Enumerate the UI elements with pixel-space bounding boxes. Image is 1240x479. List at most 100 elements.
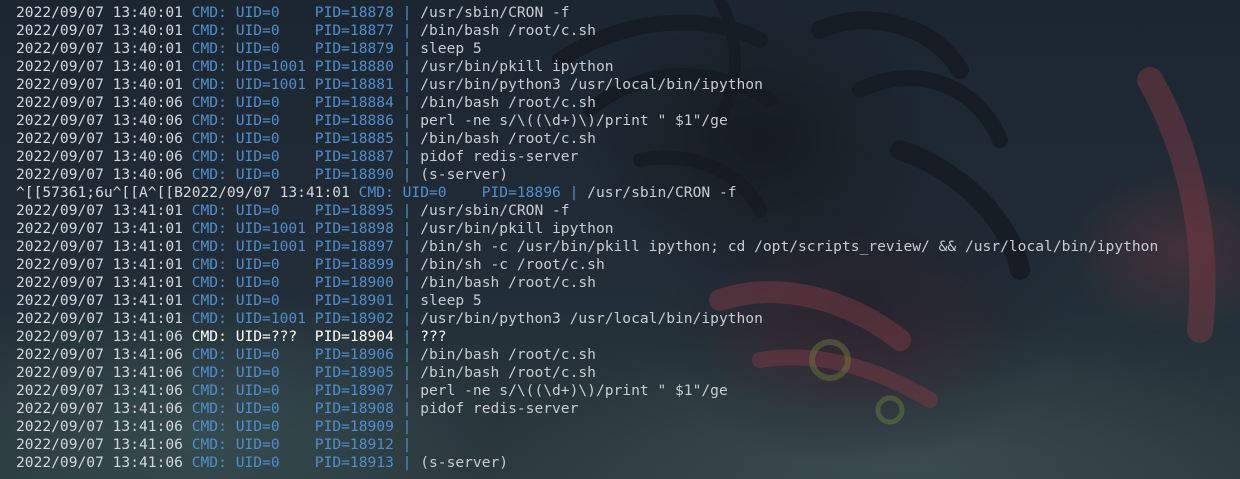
cmd-label: CMD: — [191, 346, 227, 363]
cmd-label: CMD: — [191, 274, 227, 291]
log-line: 2022/09/07 13:40:06 CMD: UID=0 PID=18886… — [16, 112, 1240, 130]
command-text: /usr/bin/pkill ipython — [420, 220, 614, 237]
log-line: 2022/09/07 13:40:06 CMD: UID=0 PID=18884… — [16, 94, 1240, 112]
log-line: 2022/09/07 13:41:01 CMD: UID=1001 PID=18… — [16, 238, 1240, 256]
separator: | — [393, 238, 421, 255]
uid-field: UID=0 — [402, 184, 473, 201]
command-text: /bin/sh -c /root/c.sh — [420, 256, 605, 273]
log-line: 2022/09/07 13:41:06 CMD: UID=0 PID=18907… — [16, 382, 1240, 400]
separator: | — [393, 76, 421, 93]
timestamp: 2022/09/07 13:41:06 — [16, 400, 183, 417]
uid-field: UID=1001 — [235, 220, 306, 237]
timestamp: 2022/09/07 13:41:01 — [16, 256, 183, 273]
cmd-label: CMD: — [358, 184, 394, 201]
uid-field: UID=0 — [235, 112, 306, 129]
cmd-label: CMD: — [191, 256, 227, 273]
pid-field: PID=18900 — [314, 274, 394, 291]
pid-field: PID=18887 — [314, 148, 394, 165]
log-line: 2022/09/07 13:41:01 CMD: UID=0 PID=18900… — [16, 274, 1240, 292]
uid-field: UID=0 — [235, 94, 306, 111]
timestamp: 2022/09/07 13:41:01 — [16, 238, 183, 255]
command-text: sleep 5 — [420, 40, 482, 57]
timestamp: 2022/09/07 13:40:06 — [16, 148, 183, 165]
pid-field: PID=18901 — [314, 292, 394, 309]
log-line: 2022/09/07 13:40:06 CMD: UID=0 PID=18885… — [16, 130, 1240, 148]
pid-field: PID=18906 — [314, 346, 394, 363]
cmd-label: CMD: — [191, 22, 227, 39]
log-line: 2022/09/07 13:41:06 CMD: UID=0 PID=18908… — [16, 400, 1240, 418]
log-line: 2022/09/07 13:41:01 CMD: UID=1001 PID=18… — [16, 310, 1240, 328]
cmd-label: CMD: — [191, 238, 227, 255]
pid-field: PID=18897 — [314, 238, 394, 255]
separator: | — [393, 292, 421, 309]
cmd-label: CMD: — [191, 310, 227, 327]
separator: | — [393, 346, 421, 363]
uid-field: UID=0 — [235, 364, 306, 381]
uid-field: UID=0 — [235, 202, 306, 219]
command-text: /usr/bin/pkill ipython — [420, 58, 614, 75]
cmd-label: CMD: — [191, 166, 227, 183]
timestamp: 2022/09/07 13:41:01 — [16, 292, 183, 309]
cmd-label: CMD: — [191, 130, 227, 147]
command-text: /bin/bash /root/c.sh — [420, 274, 596, 291]
separator: | — [393, 436, 421, 453]
pid-field: PID=18895 — [314, 202, 394, 219]
log-line: 2022/09/07 13:41:06 CMD: UID=??? PID=189… — [16, 328, 1240, 346]
uid-field: UID=0 — [235, 40, 306, 57]
pid-field: PID=18913 — [314, 454, 394, 471]
command-text: /bin/bash /root/c.sh — [420, 364, 596, 381]
separator: | — [393, 364, 421, 381]
timestamp: 2022/09/07 13:40:06 — [16, 94, 183, 111]
command-text: perl -ne s/\((\d+)\)/print " $1"/ge — [420, 382, 728, 399]
log-line: 2022/09/07 13:40:01 CMD: UID=0 PID=18879… — [16, 40, 1240, 58]
timestamp: 2022/09/07 13:40:06 — [16, 112, 183, 129]
terminal-output[interactable]: 2022/09/07 13:40:01 CMD: UID=0 PID=18878… — [0, 0, 1240, 479]
separator: | — [560, 184, 588, 201]
log-line: ^[[57361;6u^[[A^[[B2022/09/07 13:41:01 C… — [16, 184, 1240, 202]
pid-field: PID=18878 — [314, 4, 394, 21]
command-text: /usr/sbin/CRON -f — [420, 202, 570, 219]
uid-field: UID=1001 — [235, 58, 306, 75]
separator: | — [393, 256, 421, 273]
pid-field: PID=18886 — [314, 112, 394, 129]
cmd-label: CMD: — [191, 112, 227, 129]
command-text: /usr/sbin/CRON -f — [420, 4, 570, 21]
command-text: /bin/bash /root/c.sh — [420, 130, 596, 147]
log-line: 2022/09/07 13:41:01 CMD: UID=0 PID=18895… — [16, 202, 1240, 220]
timestamp: 2022/09/07 13:41:06 — [16, 436, 183, 453]
separator: | — [393, 4, 421, 21]
separator: | — [393, 202, 421, 219]
pid-field: PID=18885 — [314, 130, 394, 147]
separator: | — [393, 328, 421, 345]
separator: | — [393, 58, 421, 75]
timestamp: ^[[57361;6u^[[A^[[B2022/09/07 13:41:01 — [16, 184, 350, 201]
cmd-label: CMD: — [191, 76, 227, 93]
separator: | — [393, 166, 421, 183]
uid-field: UID=0 — [235, 148, 306, 165]
pid-field: PID=18905 — [314, 364, 394, 381]
pid-field: PID=18907 — [314, 382, 394, 399]
log-line: 2022/09/07 13:41:06 CMD: UID=0 PID=18912… — [16, 436, 1240, 454]
separator: | — [393, 220, 421, 237]
command-text: /usr/bin/python3 /usr/local/bin/ipython — [420, 76, 763, 93]
separator: | — [393, 112, 421, 129]
timestamp: 2022/09/07 13:40:01 — [16, 40, 183, 57]
uid-field: UID=??? — [235, 328, 298, 345]
pid-field: PID=18902 — [314, 310, 394, 327]
command-text: (s-server) — [420, 166, 509, 183]
separator: | — [393, 310, 421, 327]
command-text: perl -ne s/\((\d+)\)/print " $1"/ge — [420, 112, 728, 129]
timestamp: 2022/09/07 13:40:06 — [16, 130, 183, 147]
command-text: (s-server) — [420, 454, 509, 471]
cmd-label: CMD: — [191, 94, 227, 111]
separator: | — [393, 148, 421, 165]
uid-field: UID=0 — [235, 418, 306, 435]
command-text: /usr/sbin/CRON -f — [587, 184, 737, 201]
timestamp: 2022/09/07 13:41:06 — [16, 418, 183, 435]
separator: | — [393, 130, 421, 147]
uid-field: UID=0 — [235, 130, 306, 147]
cmd-label: CMD: — [191, 292, 227, 309]
cmd-label: CMD: — [191, 148, 227, 165]
log-line: 2022/09/07 13:40:01 CMD: UID=1001 PID=18… — [16, 76, 1240, 94]
log-line: 2022/09/07 13:41:06 CMD: UID=0 PID=18905… — [16, 364, 1240, 382]
